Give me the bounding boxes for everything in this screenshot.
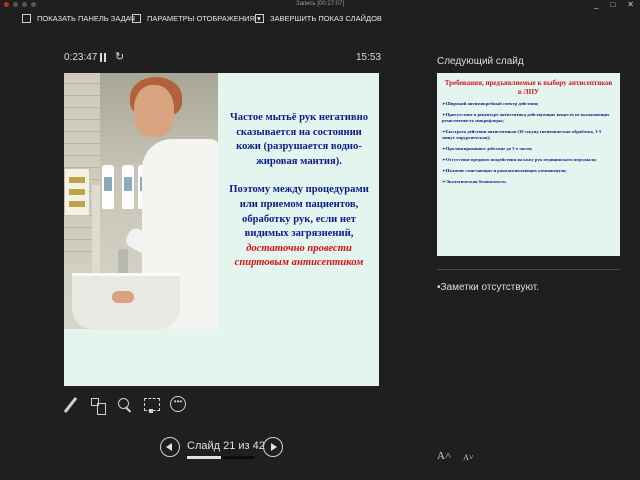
presenter-tools: •••	[62, 396, 186, 415]
decrease-font-button[interactable]: A˅	[463, 450, 473, 462]
increase-font-button[interactable]: A˄	[437, 450, 451, 462]
display-settings-button[interactable]: ПАРАМЕТРЫ ОТОБРАЖЕНИЯ ▾	[132, 13, 261, 23]
screen-icon[interactable]	[143, 396, 160, 414]
list-item: ➢Быстрота действия антисептиков (30 секу…	[442, 129, 602, 140]
display-settings-icon	[132, 13, 141, 23]
restore-button[interactable]: □	[610, 1, 615, 9]
slide-paragraph-2-text: Поэтому между процедурами или приемом па…	[229, 184, 369, 240]
handwashing-photo	[64, 73, 218, 329]
divider	[437, 269, 620, 270]
slide-paragraph-2: Поэтому между процедурами или приемом па…	[224, 183, 374, 271]
show-taskbar-button[interactable]: ПОКАЗАТЬ ПАНЕЛЬ ЗАДАЧ	[22, 13, 136, 23]
next-slide-preview[interactable]: Требования, предъявляемые к выбору антис…	[437, 73, 620, 256]
list-item: ➢Пролонгированное действие до 3-х часов;	[442, 146, 533, 151]
display-settings-label: ПАРАМЕТРЫ ОТОБРАЖЕНИЯ ▾	[147, 13, 261, 23]
list-item: ➢Отсутствие вредного воздействия на кожу…	[442, 157, 597, 162]
speaker-notes[interactable]: •Заметки отсутствуют.	[437, 282, 539, 293]
window-controls: _ □ ✕	[594, 1, 634, 9]
end-show-icon	[255, 13, 264, 23]
minimize-button[interactable]: _	[594, 1, 598, 9]
restart-timer-icon[interactable]: ↻	[115, 50, 124, 63]
title-bar: Запись [00:27:07] _ □ ✕	[0, 0, 640, 10]
next-slide-title: Требования, предъявляемые к выбору антис…	[444, 79, 613, 96]
slide-progress-bar	[187, 456, 255, 459]
slide-body-text: Частое мытьё рук негативно сказывается н…	[224, 111, 374, 285]
more-icon[interactable]: •••	[170, 396, 186, 412]
pause-icon[interactable]	[99, 53, 107, 62]
zoom-icon[interactable]	[116, 396, 132, 414]
close-button[interactable]: ✕	[627, 1, 634, 9]
end-slideshow-label: ЗАВЕРШИТЬ ПОКАЗ СЛАЙДОВ	[270, 13, 382, 23]
current-time: 15:53	[356, 52, 382, 63]
previous-slide-button[interactable]	[160, 437, 180, 457]
presenter-toolbar: ПОКАЗАТЬ ПАНЕЛЬ ЗАДАЧ ПАРАМЕТРЫ ОТОБРАЖЕ…	[0, 10, 640, 26]
pen-icon[interactable]	[62, 396, 78, 414]
show-taskbar-label: ПОКАЗАТЬ ПАНЕЛЬ ЗАДАЧ	[37, 13, 136, 23]
window-title: Запись [00:27:07]	[295, 1, 345, 7]
slide-paragraph-1: Частое мытьё рук негативно сказывается н…	[230, 112, 368, 167]
next-slide-button[interactable]	[263, 437, 283, 457]
slide-counter[interactable]: Слайд 21 из 42	[187, 440, 265, 452]
taskbar-icon	[22, 13, 31, 23]
list-item: ➢Экологическая безопасность.	[442, 179, 507, 184]
next-slide-heading: Следующий слайд	[437, 56, 524, 67]
list-item: ➢Наличие смягчающих и ранозаживляющих ко…	[442, 168, 567, 173]
slides-icon[interactable]	[89, 396, 106, 415]
notes-font-controls: A˄ A˅	[437, 450, 473, 462]
list-item: ➢Присутствие в рецептуре антисептика дей…	[442, 112, 610, 123]
presenter-view: Запись [00:27:07] _ □ ✕ ПОКАЗАТЬ ПАНЕЛЬ …	[0, 0, 640, 480]
end-slideshow-button[interactable]: ЗАВЕРШИТЬ ПОКАЗ СЛАЙДОВ	[255, 13, 382, 23]
list-item: ➢Широкий антимикробный спектр действия;	[442, 101, 539, 106]
next-slide-list: ➢Широкий антимикробный спектр действия; …	[442, 101, 615, 185]
current-slide: Частое мытьё рук негативно сказывается н…	[64, 73, 379, 386]
slide-progress-fill	[187, 456, 221, 459]
slide-emphasis-text: достаточно провести спиртовым антисептик…	[234, 242, 364, 269]
elapsed-timer: 0:23:47	[64, 52, 98, 63]
